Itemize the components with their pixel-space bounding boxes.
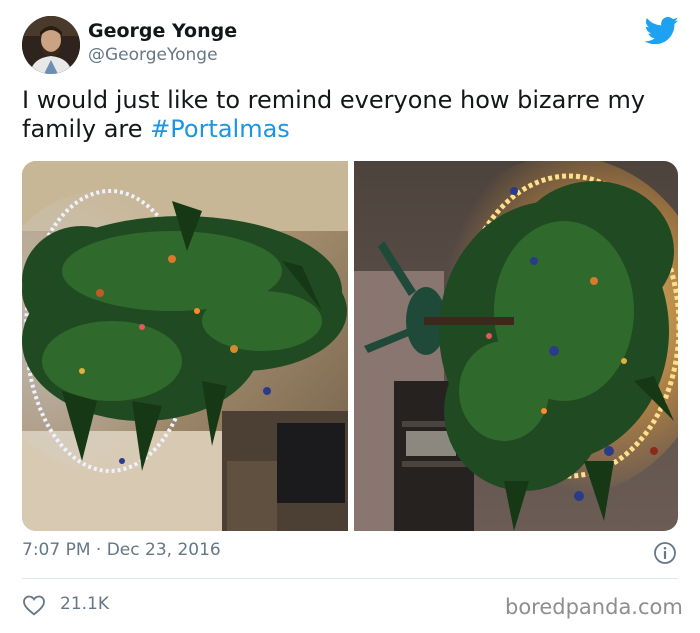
tweet-text-prefix: family are — [22, 115, 151, 143]
avatar[interactable] — [22, 16, 80, 74]
tweet-text-line-2: family are #Portalmas — [22, 115, 672, 144]
heart-icon[interactable] — [22, 594, 46, 616]
hashtag-link[interactable]: #Portalmas — [150, 115, 290, 143]
divider — [22, 578, 678, 579]
tweet-text: I would just like to remind everyone how… — [22, 86, 672, 144]
info-icon[interactable] — [653, 541, 677, 565]
tweet-card: George Yonge @GeorgeYonge I would just l… — [0, 0, 700, 633]
author-handle[interactable]: @GeorgeYonge — [88, 45, 218, 65]
watermark: boredpanda.com — [505, 595, 683, 619]
photo-left[interactable] — [22, 161, 348, 531]
like-count: 21.1K — [60, 594, 109, 614]
tweet-timestamp[interactable]: 7:07 PM · Dec 23, 2016 — [22, 540, 221, 560]
tweet-text-line-1: I would just like to remind everyone how… — [22, 86, 646, 114]
photo-right[interactable] — [354, 161, 678, 531]
tweet-media[interactable] — [22, 161, 678, 531]
twitter-bird-icon[interactable] — [644, 16, 679, 46]
author-name[interactable]: George Yonge — [88, 20, 237, 42]
